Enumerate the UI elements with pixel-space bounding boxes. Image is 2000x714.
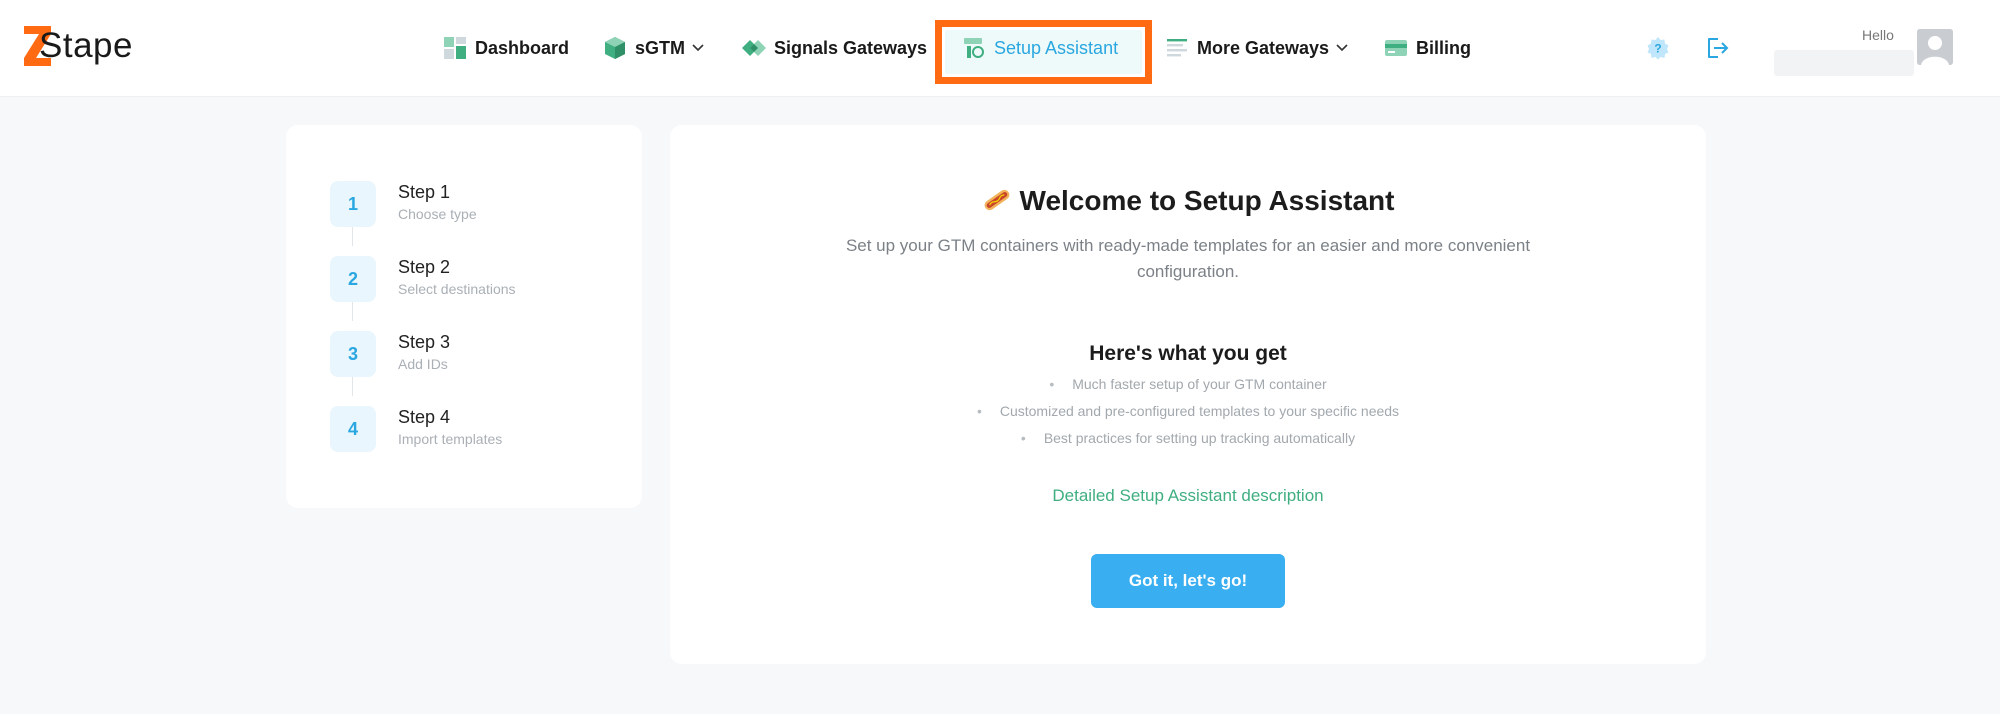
nav-dashboard[interactable]: Dashboard bbox=[443, 32, 569, 64]
nav-dashboard-label: Dashboard bbox=[475, 37, 570, 58]
get-started-button[interactable]: Got it, let's go! bbox=[1091, 554, 1285, 608]
chevron-down-icon bbox=[692, 44, 704, 52]
credit-card-icon bbox=[1385, 40, 1407, 56]
step-title: Step 4 bbox=[398, 407, 451, 427]
avatar[interactable] bbox=[1917, 29, 1953, 65]
nav-billing[interactable]: Billing bbox=[1384, 32, 1471, 64]
nav-more-gateways-label: More Gateways bbox=[1197, 37, 1330, 58]
dashboard-icon bbox=[444, 37, 466, 59]
list-item: Best practices for setting up tracking a… bbox=[670, 425, 1706, 452]
step-title: Step 2 bbox=[398, 257, 451, 277]
logo-text: Stape bbox=[39, 26, 133, 65]
signals-icon bbox=[742, 40, 766, 56]
benefits-title: Here's what you get bbox=[1089, 342, 1287, 365]
top-navigation-bar: Stape Dashboard sGTM Signals Gateways Se… bbox=[0, 0, 2000, 97]
step-item-4[interactable]: 4 Step 4 Import templates bbox=[330, 406, 630, 452]
list-icon bbox=[1167, 39, 1187, 57]
nav-setup-assistant[interactable]: Setup Assistant bbox=[962, 32, 1118, 64]
intro-text: Set up your GTM containers with ready-ma… bbox=[845, 236, 1531, 281]
step-title: Step 3 bbox=[398, 332, 451, 352]
step-number: 2 bbox=[330, 256, 376, 302]
step-number: 1 bbox=[330, 181, 376, 227]
user-greeting: Hello bbox=[1862, 27, 1894, 43]
step-subtitle: Add IDs bbox=[398, 356, 448, 372]
steps-panel: 1 Step 1 Choose type 2 Step 2 Select des… bbox=[286, 125, 642, 508]
list-item: Much faster setup of your GTM container bbox=[670, 371, 1706, 398]
page-title-row: Welcome to Setup Assistant bbox=[670, 185, 1706, 217]
logout-icon[interactable] bbox=[1704, 35, 1730, 61]
step-title: Step 1 bbox=[398, 182, 451, 202]
list-item: Customized and pre-configured templates … bbox=[670, 398, 1706, 425]
help-icon[interactable]: ? bbox=[1646, 36, 1670, 60]
step-number: 4 bbox=[330, 406, 376, 452]
hotdog-icon bbox=[984, 189, 1009, 211]
page-title: Welcome to Setup Assistant bbox=[1019, 185, 1395, 216]
welcome-card: Welcome to Setup Assistant Set up your G… bbox=[670, 125, 1706, 664]
nav-setup-assistant-label: Setup Assistant bbox=[994, 37, 1119, 58]
nav-billing-label: Billing bbox=[1416, 37, 1471, 58]
stape-logo[interactable]: Stape bbox=[24, 26, 133, 66]
setup-assistant-icon bbox=[964, 38, 984, 58]
user-name-placeholder bbox=[1774, 50, 1914, 76]
nav-sgtm[interactable]: sGTM bbox=[603, 32, 705, 64]
nav-more-gateways[interactable]: More Gateways bbox=[1165, 32, 1349, 64]
step-subtitle: Select destinations bbox=[398, 281, 516, 297]
chevron-down-icon bbox=[1336, 44, 1348, 52]
nav-sgtm-label: sGTM bbox=[635, 37, 686, 58]
step-number: 3 bbox=[330, 331, 376, 377]
avatar-icon bbox=[1917, 29, 1953, 65]
step-item-1[interactable]: 1 Step 1 Choose type bbox=[330, 181, 630, 227]
nav-signals-gateways[interactable]: Signals Gateways bbox=[742, 32, 927, 64]
nav-signals-gateways-label: Signals Gateways bbox=[774, 37, 928, 58]
step-item-3[interactable]: 3 Step 3 Add IDs bbox=[330, 331, 630, 377]
step-subtitle: Import templates bbox=[398, 431, 503, 447]
cube-icon bbox=[605, 37, 625, 59]
benefits-list: Much faster setup of your GTM container … bbox=[670, 371, 1706, 452]
step-item-2[interactable]: 2 Step 2 Select destinations bbox=[330, 256, 630, 302]
detailed-description-link[interactable]: Detailed Setup Assistant description bbox=[670, 486, 1706, 506]
step-subtitle: Choose type bbox=[398, 206, 477, 222]
svg-text:?: ? bbox=[1654, 42, 1661, 56]
